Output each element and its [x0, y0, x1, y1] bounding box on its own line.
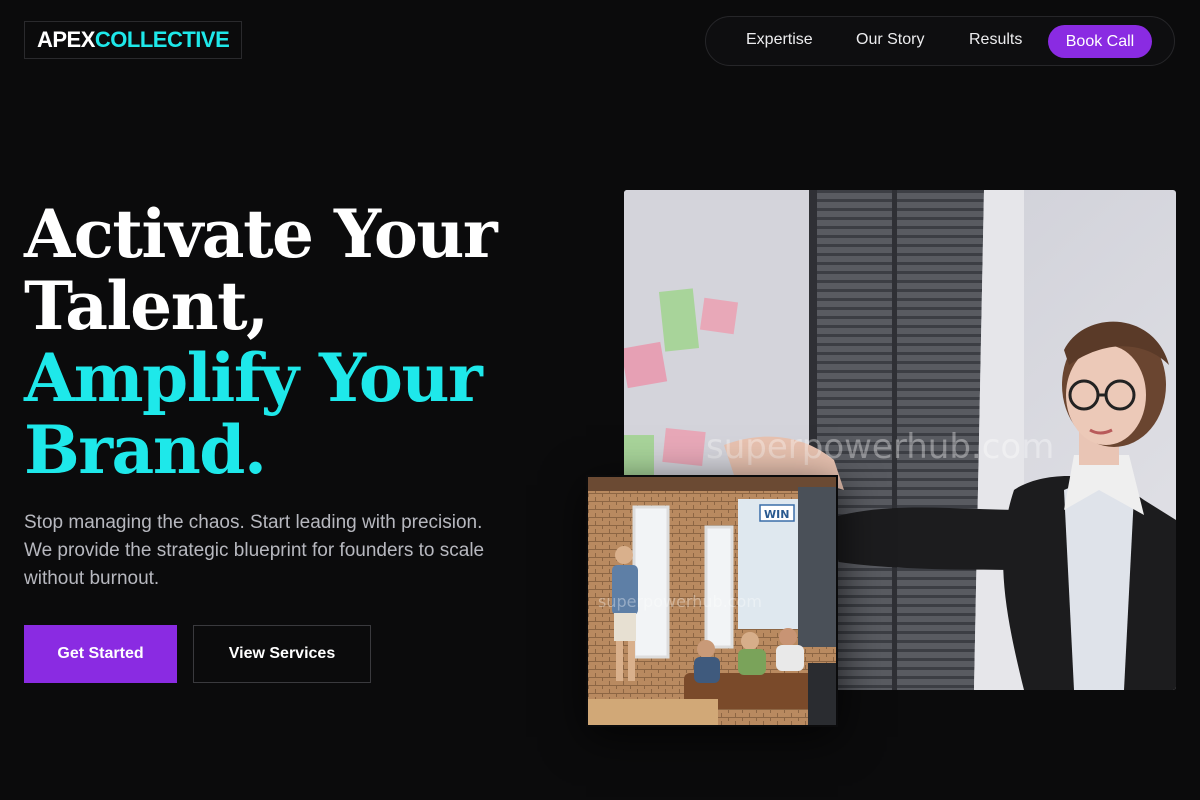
hero-subtext: Stop managing the chaos. Start leading w… [24, 512, 485, 589]
brand-logo-part-1: APEX [37, 27, 95, 52]
hero-headline: Activate Your Talent, Amplify Your Brand… [24, 195, 498, 489]
headline-line-2: Talent, [24, 267, 269, 345]
nav-link-results[interactable]: Results [969, 31, 1022, 49]
nav-link-our-story[interactable]: Our Story [856, 31, 924, 49]
headline-line-1: Activate Your [24, 195, 498, 273]
whiteboard-sign: WIN [764, 508, 789, 521]
nav-link-expertise[interactable]: Expertise [746, 31, 813, 49]
brand-logo[interactable]: APEX COLLECTIVE [24, 21, 243, 59]
main-photo-watermark: superpowerhub.com [706, 427, 1054, 467]
view-services-button[interactable]: View Services [193, 625, 371, 683]
get-started-button[interactable]: Get Started [24, 625, 177, 683]
book-call-button[interactable]: Book Call [1048, 25, 1152, 58]
top-navigation: Expertise Our Story Results Book Call [705, 16, 1175, 66]
headline-line-4: Brand. [24, 411, 267, 489]
headline-line-3: Amplify Your [24, 339, 483, 417]
small-photo-watermark: superpowerhub.com [598, 592, 762, 611]
brand-logo-part-2: COLLECTIVE [94, 27, 230, 52]
hero-photo-meeting: WIN superpowerhub.com [586, 475, 838, 727]
